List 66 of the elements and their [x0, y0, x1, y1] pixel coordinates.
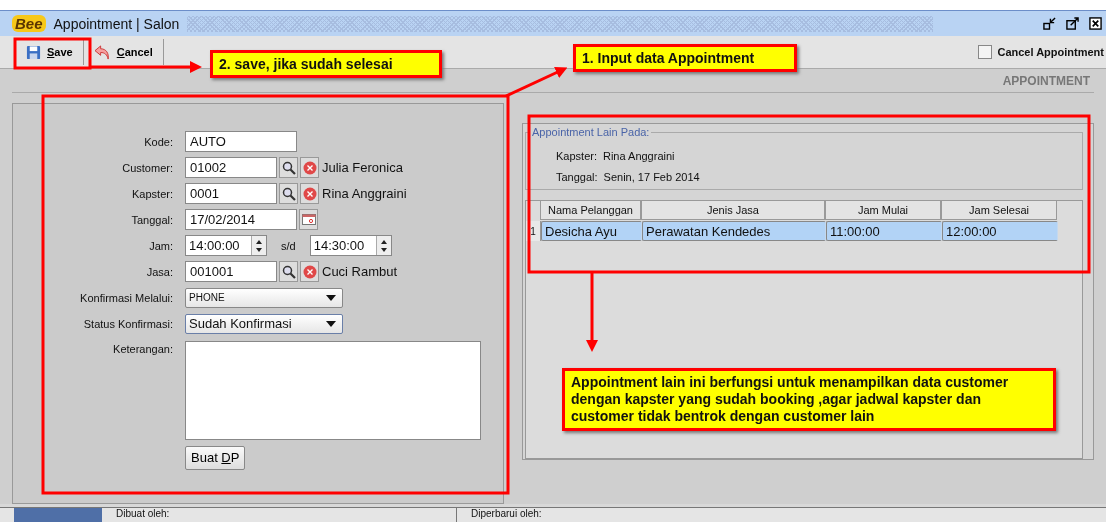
- info-label: Kapster:: [556, 149, 597, 162]
- create-dp-button[interactable]: Buat DP: [185, 445, 246, 470]
- time-spinner[interactable]: 14:30:00: [309, 235, 392, 256]
- updated-by-label: Diperbarui oleh:: [470, 508, 542, 521]
- field-label: Tanggal:: [130, 213, 173, 226]
- search-button[interactable]: [279, 183, 298, 204]
- app-logo: Bee: [12, 15, 46, 32]
- calendar-button[interactable]: [299, 209, 318, 230]
- column-header[interactable]: Jenis Jasa: [641, 201, 825, 220]
- date-field[interactable]: 17/02/2014: [185, 209, 297, 230]
- section-title: APPOINTMENT: [1001, 73, 1091, 90]
- info-value: Rina Anggraini: [602, 149, 675, 162]
- dropdown[interactable]: PHONE: [185, 287, 343, 308]
- field-label: Customer:: [121, 161, 173, 174]
- save-button[interactable]: Save: [16, 39, 84, 65]
- undo-arrow-icon: [93, 44, 111, 60]
- group-title: Appointment Lain Pada:: [530, 126, 652, 138]
- clear-icon: [302, 186, 317, 201]
- dropdown[interactable]: Sudah Konfirmasi: [185, 313, 343, 334]
- search-icon: [281, 160, 296, 175]
- column-header[interactable]: Jam Mulai: [825, 201, 941, 220]
- table-cell[interactable]: Desicha Ayu: [541, 221, 642, 241]
- maximize-window-icon[interactable]: [1066, 17, 1079, 30]
- annotation-callout: 1. Input data Appointment: [573, 44, 797, 72]
- code-field[interactable]: 0001: [185, 183, 277, 204]
- code-field[interactable]: 001001: [185, 261, 277, 282]
- search-icon: [281, 186, 296, 201]
- notes-textarea[interactable]: [185, 341, 481, 440]
- cancel-appointment-checkbox[interactable]: Cancel Appointment: [978, 45, 1104, 59]
- table-cell[interactable]: 12:00:00: [942, 221, 1058, 241]
- dropdown-arrow-icon: [326, 294, 336, 301]
- search-button[interactable]: [279, 261, 298, 282]
- created-by-label: Dibuat oleh:: [102, 508, 457, 522]
- field-label: Kode:: [143, 135, 173, 148]
- search-icon: [281, 264, 296, 279]
- column-header[interactable]: Nama Pelanggan: [540, 201, 641, 220]
- time-spinner[interactable]: 14:00:00: [185, 235, 267, 256]
- calendar-icon: [301, 214, 316, 225]
- annotation-arrow: [505, 67, 568, 98]
- field-label: Konfirmasi Melalui:: [79, 291, 173, 304]
- dropdown-arrow-icon: [326, 320, 336, 327]
- lookup-name: Julia Feronica: [322, 160, 403, 175]
- minimize-window-icon[interactable]: [1043, 17, 1056, 30]
- annotation-callout: 2. save, jika sudah selesai: [210, 50, 442, 78]
- search-button[interactable]: [279, 157, 298, 178]
- cancel-button[interactable]: Cancel: [83, 39, 164, 65]
- column-header[interactable]: Jam Selesai: [941, 201, 1057, 220]
- annotation-callout: Appointment lain ini berfungsi untuk menampilkan data customer dengan kapster yang sudah booking ,agar jadwal kapster dan customer tidak bentrok dengan customer lain: [562, 368, 1056, 431]
- field-label: Status Konfirmasi:: [82, 317, 173, 330]
- lookup-name: Cuci Rambut: [322, 264, 398, 279]
- field-label: Keterangan:: [112, 342, 173, 355]
- table-cell[interactable]: 11:00:00: [826, 221, 942, 241]
- field-label: Jam:: [148, 239, 173, 252]
- field-label: Kapster:: [131, 187, 173, 200]
- range-separator: s/d: [281, 239, 296, 252]
- table-cell[interactable]: Perawatan Kendedes: [642, 221, 826, 241]
- clear-icon: [302, 160, 317, 175]
- window-title: Appointment | Salon: [53, 15, 180, 32]
- info-label: Tanggal:: [556, 170, 598, 183]
- text-field[interactable]: AUTO: [185, 131, 297, 152]
- close-icon[interactable]: [1089, 17, 1102, 30]
- clear-icon: [302, 264, 317, 279]
- code-field[interactable]: 01002: [185, 157, 277, 178]
- lookup-name: Rina Anggraini: [322, 186, 407, 201]
- field-label: Jasa:: [145, 265, 173, 278]
- info-value: Senin, 17 Feb 2014: [603, 170, 700, 183]
